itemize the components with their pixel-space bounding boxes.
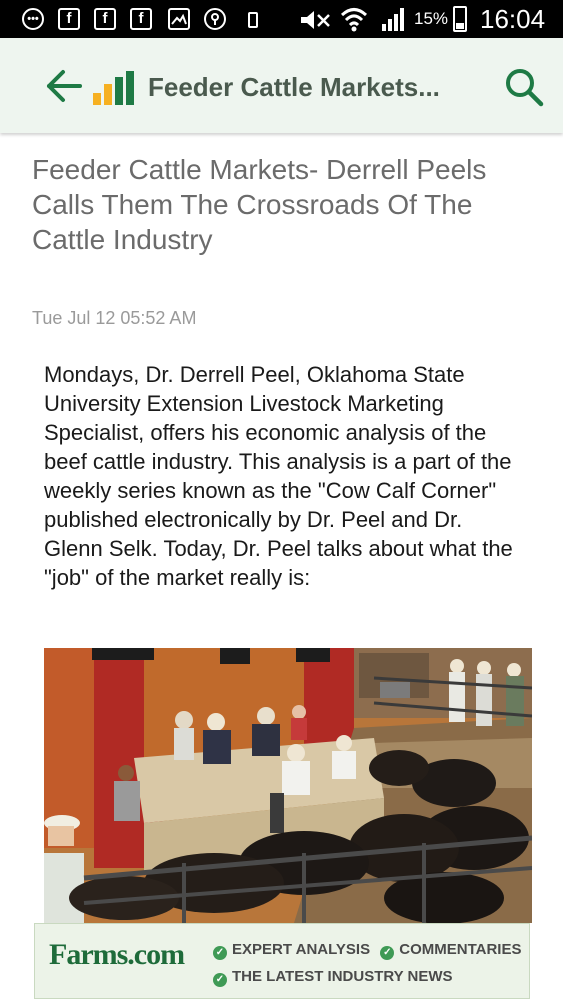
ad-brand-logo: Farms.com bbox=[49, 938, 185, 971]
ad-banner[interactable]: Farms.com ✓ EXPERT ANALYSIS ✓ COMMENTARIES… bbox=[34, 923, 530, 999]
clock: 16:04 bbox=[480, 4, 546, 34]
phone-icon bbox=[248, 12, 258, 28]
ad-line-1: ✓ EXPERT ANALYSIS ✓ COMMENTARIES bbox=[213, 941, 522, 960]
search-icon[interactable] bbox=[503, 66, 545, 108]
facebook-icon: f bbox=[130, 8, 152, 30]
bar-chart-logo-icon bbox=[93, 71, 134, 105]
status-bar: ••• f f f 15% 16:04 bbox=[0, 0, 563, 38]
article-photo[interactable] bbox=[44, 648, 532, 923]
article-date: Tue Jul 12 05:52 AM bbox=[32, 308, 197, 328]
check-icon: ✓ bbox=[213, 973, 227, 987]
ad-expert-analysis: EXPERT ANALYSIS bbox=[232, 941, 371, 958]
image-icon bbox=[168, 8, 190, 30]
chat-icon: ••• bbox=[22, 8, 44, 30]
mute-icon bbox=[301, 11, 330, 29]
app-bar-title: Feeder Cattle Markets... bbox=[148, 72, 440, 102]
check-icon: ✓ bbox=[380, 946, 395, 960]
facebook-icon: f bbox=[58, 8, 80, 30]
battery-icon bbox=[453, 6, 467, 32]
signal-icon bbox=[382, 8, 404, 31]
cattle-auction-image bbox=[44, 648, 532, 923]
back-arrow-icon[interactable] bbox=[44, 68, 84, 104]
ad-line-2: ✓ THE LATEST INDUSTRY NEWS bbox=[213, 968, 453, 987]
wifi-icon bbox=[340, 8, 368, 32]
article-body: Mondays, Dr. Derrell Peel, Oklahoma Stat… bbox=[44, 362, 513, 590]
ad-commentaries: COMMENTARIES bbox=[399, 941, 522, 958]
app-bar: Feeder Cattle Markets... bbox=[0, 38, 563, 133]
facebook-icon: f bbox=[94, 8, 116, 30]
ad-industry-news: THE LATEST INDUSTRY NEWS bbox=[232, 968, 453, 985]
battery-percent: 15% bbox=[414, 9, 449, 28]
location-icon bbox=[204, 8, 226, 30]
article-headline: Feeder Cattle Markets- Derrell Peels Cal… bbox=[32, 154, 487, 255]
check-icon: ✓ bbox=[213, 946, 227, 960]
